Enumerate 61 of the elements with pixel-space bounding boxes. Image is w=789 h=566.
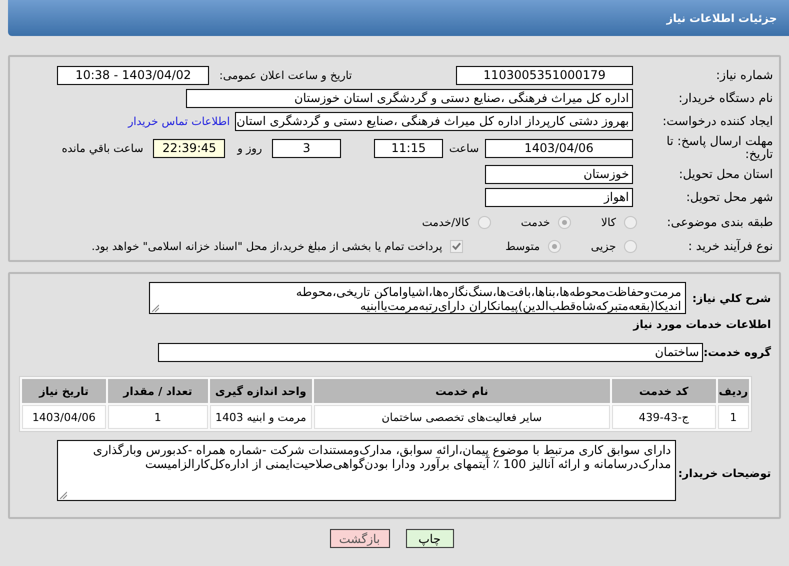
table-cell: 1 xyxy=(108,405,208,429)
column-header: تعداد / مقدار xyxy=(108,379,208,403)
field-label: شرح کلي نياز: xyxy=(692,292,771,305)
table-cell: مرمت و ابنیه 1403 xyxy=(210,405,312,429)
text-field[interactable]: ساختمان xyxy=(158,343,703,362)
radio-button[interactable] xyxy=(478,216,491,228)
radio-button[interactable] xyxy=(624,216,637,228)
notes-box[interactable] xyxy=(57,440,676,501)
column-header: ردیف xyxy=(718,379,749,403)
field-label: گروه خدمت: xyxy=(702,346,771,359)
text-field[interactable]: اهواز xyxy=(485,188,633,207)
description-box[interactable]: مرمت‌وحفاظت‌محوطه‌ها،بناها،بافت‌ها،سنگ‌نگاره‌ها،اشیاواماکن تاریخی،محوطه اندیکا(بقعه‌متبرکه‌شاه‌قطب‌الدین)پیمانکاران دارای‌رتبه‌مرمت‌یاابنیه xyxy=(149,282,686,314)
notes-text: دارای سوابق کاری مرتبط با موضوع پیمان،ارائه سوابق، مدارک‌ومستندات شرکت -شماره همراه -کدبورس وبارگذاری مدارک‌درسامانه و ارائه آنالیز 100 ٪ آیتمهای برآورد ودارا بودن‌گواهی‌صلاحیت‌ایمنی از اداره‌کل‌کارالزامیست xyxy=(92,443,671,471)
radio-button[interactable] xyxy=(624,240,637,252)
column-header: واحد اندازه گیری xyxy=(210,379,312,403)
option-label: متوسط xyxy=(505,240,540,252)
option-label: پرداخت تمام یا بخشی از مبلغ خرید،از محل "اسناد خزانه اسلامی" خواهد بود. xyxy=(92,240,442,252)
field-label: روز و xyxy=(237,142,262,154)
field-label: شماره نیاز: xyxy=(715,69,773,82)
field-label: تاریخ و ساعت اعلان عمومی: xyxy=(219,69,352,82)
text-field[interactable]: 1403/04/02 - 10:38 xyxy=(57,66,210,85)
print-button[interactable]: چاپ xyxy=(406,529,454,548)
field-label: ساعت باقي مانده xyxy=(62,142,144,154)
text-field[interactable]: 1103005351000179 xyxy=(456,66,633,85)
radio-button[interactable] xyxy=(558,216,572,228)
text-field[interactable]: 3 xyxy=(272,138,342,158)
resize-grip-icon[interactable] xyxy=(151,304,160,312)
option-label: خدمت xyxy=(520,216,550,228)
checkbox[interactable] xyxy=(450,240,464,252)
text-field[interactable]: 1403/04/06 xyxy=(485,138,633,158)
field-label: مهلت ارسال پاسخ: تا تاریخ: xyxy=(665,135,773,161)
field-label: ایجاد کننده درخواست: xyxy=(661,115,773,128)
field-label: نام دستگاه خریدار: xyxy=(678,92,773,105)
text-field[interactable]: 11:15 xyxy=(374,138,444,158)
table-cell: 1 xyxy=(718,405,749,429)
text-field[interactable]: خوزستان xyxy=(485,165,633,184)
field-label: توضیحات خریدار: xyxy=(677,467,771,480)
option-label: کالا xyxy=(601,216,616,228)
contact-link[interactable]: اطلاعات تماس خریدار xyxy=(128,115,230,128)
table-cell: ج-43-439 xyxy=(612,405,716,429)
column-header: تاریخ نیاز xyxy=(22,379,106,403)
option-label: جزیی xyxy=(590,240,616,252)
option-label: کالا/خدمت xyxy=(422,216,470,228)
text-field[interactable]: بهروز دشتی کارپرداز اداره کل میراث فرهنگی ،صنایع دستی و گردشگری استان xyxy=(235,112,633,131)
radio-button[interactable] xyxy=(548,240,561,252)
back-button[interactable]: بازگشت xyxy=(330,529,390,548)
section-title: اطلاعات خدمات مورد نیاز xyxy=(632,318,771,331)
column-header: نام خدمت xyxy=(314,379,610,403)
resize-grip-icon[interactable] xyxy=(59,491,67,499)
field-label: طبقه بندی موضوعی: xyxy=(666,216,773,228)
description-text: مرمت‌وحفاظت‌محوطه‌ها،بناها،بافت‌ها،سنگ‌نگاره‌ها،اشیاواماکن تاریخی،محوطه اندیکا(بقعه‌متبرکه‌شاه‌قطب‌الدین)پیمانکاران دارای‌رتبه‌مرمت‌یاابنیه xyxy=(296,285,682,313)
table-cell: سایر فعالیت‌های تخصصی ساختمان xyxy=(314,405,610,429)
field-label: استان محل تحویل: xyxy=(678,168,773,181)
text-field[interactable]: اداره کل میراث فرهنگی ،صنایع دستی و گردشگری استان خوزستان xyxy=(186,89,633,108)
page-title: جزئیات اطلاعات نیاز xyxy=(666,12,777,24)
column-header: کد خدمت xyxy=(612,379,716,403)
table-cell: 1403/04/06 xyxy=(22,405,106,429)
field-label: ساعت xyxy=(449,142,479,154)
field-label: شهر محل تحویل: xyxy=(685,191,773,204)
text-field[interactable]: 22:39:45 xyxy=(153,138,226,158)
field-label: نوع فرآیند خرید : xyxy=(687,240,773,252)
